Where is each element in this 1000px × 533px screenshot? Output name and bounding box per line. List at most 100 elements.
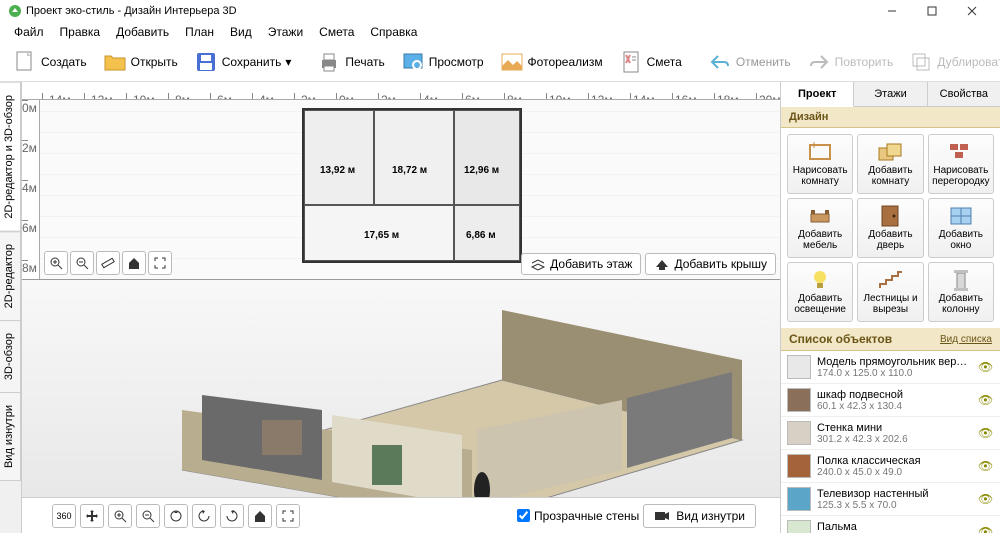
add-roof-button[interactable]: Добавить крышу — [645, 253, 776, 275]
list-item[interactable]: Полка классическая240.0 x 45.0 x 49.0👁 — [781, 450, 1000, 483]
room-area-5: 6,86 м — [466, 230, 496, 241]
add-furniture-icon — [806, 205, 834, 227]
rotate-left-button[interactable] — [192, 504, 216, 528]
menu-estimate[interactable]: Смета — [311, 23, 362, 41]
home-3d-button[interactable] — [248, 504, 272, 528]
plan-3d-view[interactable] — [22, 280, 780, 497]
preview-button[interactable]: Просмотр — [394, 46, 491, 78]
inside-view-button[interactable]: Вид изнутри — [643, 504, 756, 528]
menu-floors[interactable]: Этажи — [260, 23, 311, 41]
list-item[interactable]: Телевизор настенный125.3 x 5.5 x 70.0👁 — [781, 483, 1000, 516]
duplicate-button[interactable]: Дублировать — [902, 46, 1000, 78]
ruler-tick: 14м — [630, 93, 655, 99]
rotate-360-button[interactable]: 360 — [52, 504, 76, 528]
duplicate-icon — [909, 50, 933, 74]
photoreal-button[interactable]: Фотореализм — [493, 46, 610, 78]
rotate-right-button[interactable] — [220, 504, 244, 528]
folder-open-icon — [103, 50, 127, 74]
tab-floors[interactable]: Этажи — [854, 82, 927, 106]
list-item[interactable]: Стенка мини301.2 x 42.3 x 202.6👁 — [781, 417, 1000, 450]
room-area-2: 18,72 м — [392, 165, 427, 176]
main-toolbar: Создать Открыть Сохранить ▾ Печать Просм… — [0, 42, 1000, 82]
design-btn-draw-room[interactable]: Нарисовать комнату — [787, 134, 853, 194]
add-window-icon — [947, 205, 975, 227]
list-item[interactable]: Пальма127.4 x 116.2 x 258.5👁 — [781, 516, 1000, 533]
design-btn-add-window[interactable]: Добавить окно — [928, 198, 994, 258]
viewport: -14м-12м-10м-8м-6м-4м-2м0м2м4м6м8м10м12м… — [22, 82, 780, 533]
reset-view-button[interactable] — [164, 504, 188, 528]
tab-properties[interactable]: Свойства — [928, 82, 1000, 106]
zoom-out-button[interactable] — [70, 251, 94, 275]
minimize-button[interactable] — [872, 0, 912, 22]
zoom-in-3d[interactable] — [108, 504, 132, 528]
undo-button[interactable]: Отменить — [701, 46, 798, 78]
design-btn-label: Лестницы и вырезы — [860, 293, 920, 315]
design-btn-add-light[interactable]: Добавить освещение — [787, 262, 853, 322]
ruler-tick: 8м — [504, 93, 522, 99]
menu-help[interactable]: Справка — [362, 23, 425, 41]
ruler-tick-v: 6м — [22, 220, 28, 235]
ruler-tick: 20м — [756, 93, 780, 99]
design-btn-label: Добавить мебель — [790, 229, 850, 251]
fit-3d-button[interactable] — [276, 504, 300, 528]
design-btn-stairs[interactable]: Лестницы и вырезы — [857, 262, 923, 322]
fit-screen-button[interactable] — [148, 251, 172, 275]
house-3d-render — [122, 290, 762, 497]
menu-plan[interactable]: План — [177, 23, 222, 41]
app-icon — [8, 4, 22, 18]
right-panel: Проект Этажи Свойства Дизайн Нарисовать … — [780, 82, 1000, 533]
visibility-toggle[interactable]: 👁 — [978, 492, 994, 506]
ruler-tick-v: 0м — [22, 100, 28, 115]
print-button[interactable]: Печать — [310, 46, 391, 78]
save-button[interactable]: Сохранить ▾ — [187, 46, 299, 78]
design-btn-add-furniture[interactable]: Добавить мебель — [787, 198, 853, 258]
object-name: шкаф подвесной — [817, 389, 972, 401]
tab-project[interactable]: Проект — [781, 82, 854, 107]
visibility-toggle[interactable]: 👁 — [978, 525, 994, 533]
save-icon — [194, 50, 218, 74]
open-button[interactable]: Открыть — [96, 46, 185, 78]
add-door-icon — [876, 205, 904, 227]
ruler-tool[interactable] — [96, 251, 120, 275]
add-column-icon — [947, 269, 975, 291]
ruler-tick: -2м — [294, 93, 316, 99]
maximize-button[interactable] — [912, 0, 952, 22]
visibility-toggle[interactable]: 👁 — [978, 426, 994, 440]
object-thumbnail — [787, 388, 811, 412]
menu-file[interactable]: Файл — [6, 23, 52, 41]
ruler-tick: 0м — [336, 93, 354, 99]
transparent-walls-checkbox[interactable]: Прозрачные стены — [517, 509, 639, 523]
floor-plan[interactable]: 13,92 м 18,72 м 12,96 м 17,65 м 6,86 м — [302, 108, 522, 263]
design-btn-add-door[interactable]: Добавить дверь — [857, 198, 923, 258]
list-item[interactable]: шкаф подвесной60.1 x 42.3 x 130.4👁 — [781, 384, 1000, 417]
zoom-out-3d[interactable] — [136, 504, 160, 528]
design-btn-add-room[interactable]: Добавить комнату — [857, 134, 923, 194]
menu-add[interactable]: Добавить — [108, 23, 177, 41]
list-item[interactable]: Модель прямоугольник вертик...174.0 x 12… — [781, 351, 1000, 384]
visibility-toggle[interactable]: 👁 — [978, 393, 994, 407]
plan-2d-view[interactable]: 0м2м4м6м8м 13,92 м 18,72 м 12,96 м 17,65… — [22, 100, 780, 280]
menu-view[interactable]: Вид — [222, 23, 260, 41]
create-button[interactable]: Создать — [6, 46, 94, 78]
zoom-in-button[interactable] — [44, 251, 68, 275]
design-btn-draw-partition[interactable]: Нарисовать перегородку — [928, 134, 994, 194]
list-view-toggle[interactable]: Вид списка — [940, 334, 992, 345]
object-thumbnail — [787, 421, 811, 445]
undo-icon — [708, 50, 732, 74]
home-button[interactable] — [122, 251, 146, 275]
visibility-toggle[interactable]: 👁 — [978, 360, 994, 374]
estimate-button[interactable]: Смета — [612, 46, 689, 78]
tab-2d-editor[interactable]: 2D-редактор — [0, 231, 21, 321]
tab-inside-view[interactable]: Вид изнутри — [0, 392, 21, 481]
visibility-toggle[interactable]: 👁 — [978, 459, 994, 473]
titlebar: Проект эко-стиль - Дизайн Интерьера 3D — [0, 0, 1000, 22]
design-btn-add-column[interactable]: Добавить колонну — [928, 262, 994, 322]
pan-button[interactable] — [80, 504, 104, 528]
redo-button[interactable]: Повторить — [800, 46, 901, 78]
add-floor-button[interactable]: Добавить этаж — [521, 253, 641, 275]
ruler-tick: -10м — [126, 93, 155, 99]
tab-3d-view[interactable]: 3D-обзор — [0, 320, 21, 393]
close-button[interactable] — [952, 0, 992, 22]
menu-edit[interactable]: Правка — [52, 23, 109, 41]
tab-2d-3d-combined[interactable]: 2D-редактор и 3D-обзор — [0, 82, 21, 232]
